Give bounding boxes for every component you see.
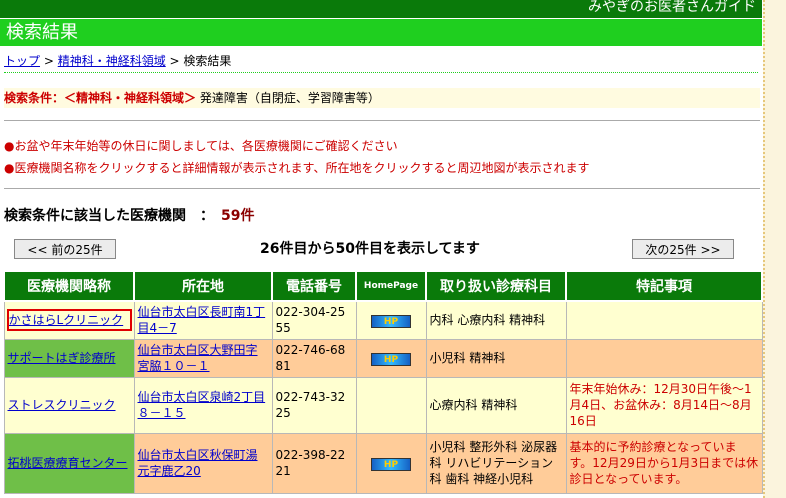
clinic-name-cell: 拓桃医療療育センター	[3, 432, 135, 494]
homepage-cell	[355, 376, 427, 434]
notice-click-info: ●医療機関名称をクリックすると詳細情報が表示されます、所在地をクリックすると周辺…	[4, 161, 590, 175]
address-cell: 仙台市太白区大野田字宮脇１０－１	[133, 338, 273, 378]
phone-cell: 022-743-3225	[271, 376, 357, 434]
table-header-row: 医療機関略称 所在地 電話番号 HomePage 取り扱い診療科目 特記事項	[3, 270, 763, 302]
phone-cell: 022-304-2555	[271, 300, 357, 340]
clinic-name-cell: サポートはぎ診療所	[3, 338, 135, 378]
right-decorative-strip	[763, 0, 786, 498]
table-row: サポートはぎ診療所 仙台市太白区大野田字宮脇１０－１ 022-746-6881 …	[3, 338, 763, 378]
notes-cell: 基本的に予約診療となっています。12月29日から1月3日までは休診日となっていま…	[565, 432, 763, 494]
departments-cell: 心療内科 精神科	[425, 376, 567, 434]
address-map-link[interactable]: 仙台市太白区長町南1丁目4－7	[138, 305, 266, 335]
header-departments: 取り扱い診療科目	[425, 270, 567, 302]
header-notes: 特記事項	[565, 270, 763, 302]
table-row: ストレスクリニック 仙台市太白区泉崎2丁目８－１５ 022-743-3225 心…	[3, 376, 763, 434]
departments-cell: 内科 心療内科 精神科	[425, 300, 567, 340]
breadcrumb-separator: >	[40, 54, 58, 68]
address-map-link[interactable]: 仙台市太白区大野田字宮脇１０－１	[138, 343, 258, 373]
departments-cell: 小児科 精神科	[425, 338, 567, 378]
search-condition-label: 検索条件：＜精神科・神経科領域＞	[4, 91, 197, 105]
departments-cell: 小児科 整形外科 泌尿器科 リハビリテーション科 歯科 神経小児科	[425, 432, 567, 494]
clinic-name-link[interactable]: サポートはぎ診療所	[8, 351, 116, 365]
prev-page-button[interactable]: << 前の25件	[14, 239, 116, 259]
homepage-cell: HP	[355, 432, 427, 494]
table-row: かさはらLクリニック 仙台市太白区長町南1丁目4－7 022-304-2555 …	[3, 300, 763, 340]
result-count: 検索条件に該当した医療機関 ： 59件	[4, 205, 254, 225]
header-name: 医療機関略称	[3, 270, 135, 302]
breadcrumb: トップ > 精神科・神経科領域 > 検索結果	[4, 52, 231, 69]
table-row: 拓桃医療療育センター 仙台市太白区秋保町湯元字鹿乙20 022-398-2221…	[3, 432, 763, 494]
result-count-value: 59件	[221, 208, 255, 224]
homepage-icon[interactable]: HP	[371, 458, 411, 471]
divider	[4, 120, 760, 121]
header-address: 所在地	[133, 270, 273, 302]
breadcrumb-divider	[4, 72, 758, 74]
address-map-link[interactable]: 仙台市太白区秋保町湯元字鹿乙20	[138, 448, 258, 478]
notes-cell: 年末年始休み：12月30日午後～1月4日、お盆休み：8月14日～8月16日	[565, 376, 763, 434]
notes-cell	[565, 338, 763, 378]
notice-holiday: ●お盆や年末年始等の休日に関しましては、各医療機関にご確認ください	[4, 139, 398, 153]
clinic-name-cell: かさはらLクリニック	[3, 300, 135, 340]
breadcrumb-top-link[interactable]: トップ	[4, 54, 40, 68]
clinic-name-link[interactable]: ストレスクリニック	[8, 398, 116, 412]
header-phone: 電話番号	[271, 270, 357, 302]
clinic-name-link[interactable]: 拓桃医療療育センター	[8, 456, 128, 470]
breadcrumb-separator: >	[165, 54, 184, 68]
breadcrumb-category-link[interactable]: 精神科・神経科領域	[58, 54, 166, 68]
homepage-cell: HP	[355, 338, 427, 378]
clinic-name-cell: ストレスクリニック	[3, 376, 135, 434]
breadcrumb-current: 検索結果	[183, 54, 232, 68]
address-cell: 仙台市太白区泉崎2丁目８－１５	[133, 376, 273, 434]
address-map-link[interactable]: 仙台市太白区泉崎2丁目８－１５	[138, 390, 266, 420]
homepage-icon[interactable]: HP	[371, 315, 411, 329]
header-homepage: HomePage	[355, 270, 427, 302]
notes-cell	[565, 300, 763, 340]
site-banner: みやぎのお医者さんガイド	[0, 0, 762, 18]
homepage-icon[interactable]: HP	[371, 353, 411, 366]
divider	[4, 188, 760, 189]
homepage-cell: HP	[355, 300, 427, 340]
result-count-label: 検索条件に該当した医療機関 ：	[4, 208, 221, 224]
address-cell: 仙台市太白区秋保町湯元字鹿乙20	[133, 432, 273, 494]
phone-cell: 022-746-6881	[271, 338, 357, 378]
page-title: 検索結果	[0, 19, 762, 46]
search-condition-value: 発達障害（自閉症、学習障害等）	[196, 91, 380, 105]
next-page-button[interactable]: 次の25件 >>	[632, 239, 734, 259]
result-range-text: 26件目から50件目を表示してます	[260, 241, 480, 257]
search-condition: 検索条件：＜精神科・神経科領域＞ 発達障害（自閉症、学習障害等）	[4, 88, 760, 108]
phone-cell: 022-398-2221	[271, 432, 357, 494]
clinic-name-link[interactable]: かさはらLクリニック	[6, 309, 132, 332]
address-cell: 仙台市太白区長町南1丁目4－7	[133, 300, 273, 340]
results-table: 医療機関略称 所在地 電話番号 HomePage 取り扱い診療科目 特記事項 か…	[3, 270, 763, 494]
